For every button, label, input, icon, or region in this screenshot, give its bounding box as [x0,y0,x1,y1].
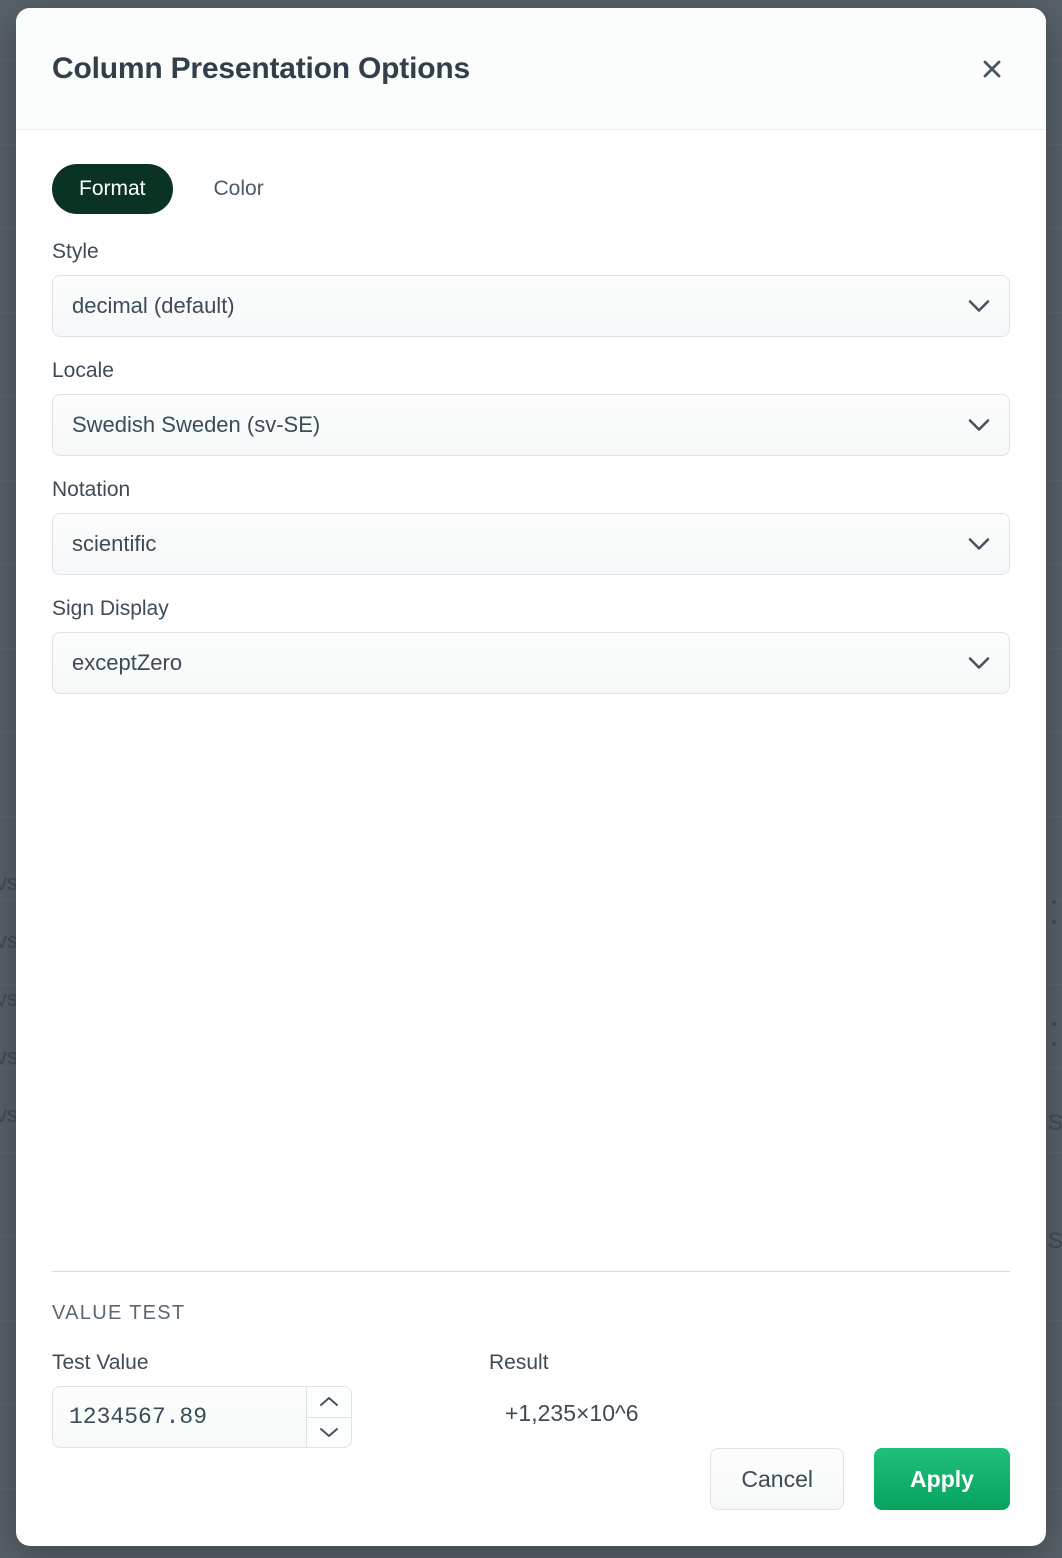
field-notation-label: Notation [52,478,131,501]
notation-select-value: scientific [72,531,157,556]
result-label: Result [489,1351,549,1374]
chevron-up-icon[interactable] [307,1387,351,1418]
style-select-value: decimal (default) [72,293,235,318]
tab-bar: Format Color [52,164,1010,214]
chevron-down-icon [968,419,990,432]
test-value-group: Test Value [52,1351,489,1448]
chevron-down-icon[interactable] [307,1417,351,1447]
close-icon[interactable] [972,49,1012,89]
backdrop-dot [1052,920,1056,924]
dialog-footer: Cancel Apply [16,1448,1046,1546]
value-test-section-label: VALUE TEST [52,1302,186,1324]
value-test-divider [52,1271,1010,1272]
tab-color[interactable]: Color [187,164,291,214]
test-value-stepper [52,1386,352,1448]
notation-select[interactable]: scientific [52,513,1010,575]
test-value-input[interactable] [52,1386,306,1448]
test-value-label: Test Value [52,1351,149,1374]
dialog-body: Format Color Style decimal (default) Loc… [16,130,1046,1448]
value-test-row: Test Value Result +1,235×10^6 [52,1351,1010,1448]
field-style: Style decimal (default) [52,240,1010,337]
field-locale-label: Locale [52,359,114,382]
chevron-down-icon [968,657,990,670]
chevron-down-icon [968,538,990,551]
page-title: Column Presentation Options [52,51,470,85]
field-sign-display-label: Sign Display [52,597,169,620]
chevron-down-icon [968,300,990,313]
backdrop-dot [1052,900,1056,904]
column-presentation-options-dialog: Column Presentation Options Format Color… [16,8,1046,1546]
sign-display-select-value: exceptZero [72,650,183,675]
field-style-label: Style [52,240,99,263]
sign-display-select[interactable]: exceptZero [52,632,1010,694]
backdrop-dot [1052,1042,1056,1046]
style-select[interactable]: decimal (default) [52,275,1010,337]
field-notation: Notation scientific [52,478,1010,575]
locale-select-value: Swedish Sweden (sv-SE) [72,412,321,437]
field-locale: Locale Swedish Sweden (sv-SE) [52,359,1010,456]
locale-select[interactable]: Swedish Sweden (sv-SE) [52,394,1010,456]
close-icon-glyph [983,60,1001,77]
apply-button[interactable]: Apply [874,1448,1010,1510]
backdrop-dot [1052,1022,1056,1026]
stepper-buttons [306,1386,352,1448]
result-value: +1,235×10^6 [505,1400,639,1426]
dialog-header: Column Presentation Options [16,8,1046,130]
backdrop-text: S [1048,1228,1062,1253]
result-group: Result +1,235×10^6 [489,1351,1010,1427]
tab-format[interactable]: Format [52,164,173,214]
cancel-button[interactable]: Cancel [710,1448,844,1510]
field-sign-display: Sign Display exceptZero [52,597,1010,694]
backdrop-text: S [1048,1110,1062,1135]
